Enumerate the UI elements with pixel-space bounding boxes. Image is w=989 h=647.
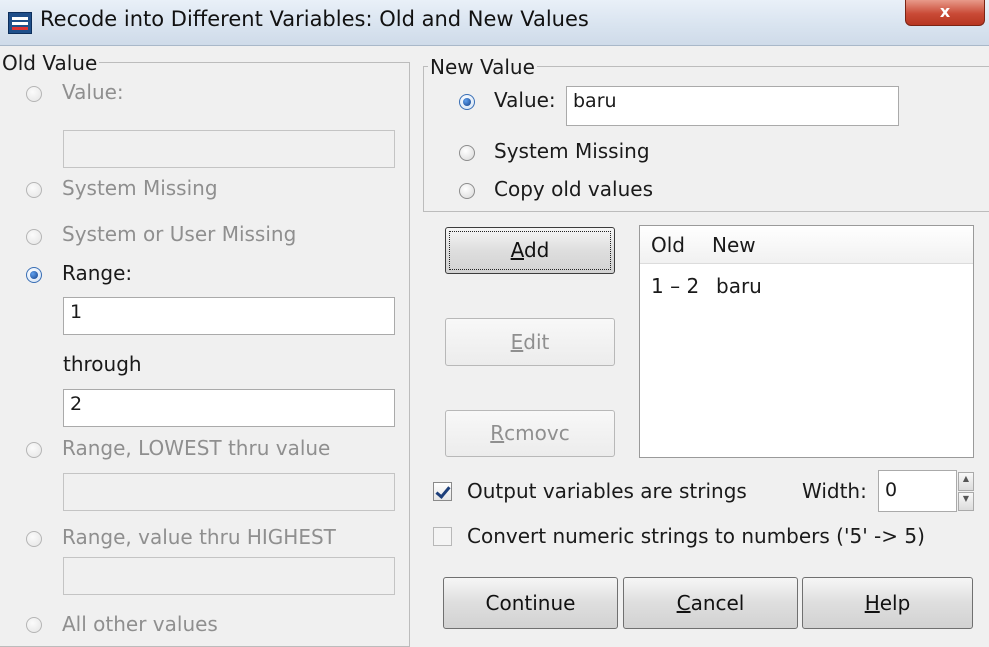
convert-numeric-checkbox[interactable] <box>433 527 452 546</box>
continue-button[interactable]: Continue <box>443 577 618 629</box>
header-old: Old <box>651 233 685 257</box>
list-item-old: 1 – 2 <box>651 274 700 298</box>
cancel-button-rest: ancel <box>690 591 745 615</box>
new-value-input[interactable]: baru <box>566 86 899 126</box>
new-system-missing-label: System Missing <box>494 139 650 163</box>
add-button-mnemonic: A <box>510 238 524 262</box>
add-button[interactable]: Add <box>445 227 615 274</box>
help-button-mnemonic: H <box>864 591 880 615</box>
list-item-new: baru <box>716 274 762 298</box>
edit-button-rest: dit <box>523 330 550 354</box>
add-button-rest: dd <box>523 238 550 262</box>
new-copy-old-label: Copy old values <box>494 177 653 201</box>
width-input[interactable]: 0 <box>878 470 957 512</box>
help-button[interactable]: Help <box>802 577 973 629</box>
old-value-legend: Old Value <box>0 51 100 75</box>
width-down-arrow-icon[interactable]: ▼ <box>958 492 974 511</box>
old-new-mapping-list[interactable]: Old New 1 – 2 baru <box>639 225 974 458</box>
old-range-label: Range: <box>62 261 133 285</box>
old-all-other-label: All other values <box>62 612 218 636</box>
output-strings-label: Output variables are strings <box>467 479 747 503</box>
old-system-or-user-missing-radio[interactable] <box>26 229 42 245</box>
old-value-input[interactable] <box>63 130 395 168</box>
edit-button[interactable]: Edit <box>445 318 615 366</box>
new-value-legend: New Value <box>428 55 537 79</box>
old-system-missing-label: System Missing <box>62 176 218 200</box>
old-range-highest-radio[interactable] <box>26 531 42 547</box>
help-button-rest: elp <box>879 591 911 615</box>
cancel-button-mnemonic: C <box>676 591 691 615</box>
range-from-input[interactable]: 1 <box>63 297 395 335</box>
old-value-label: Value: <box>62 80 124 104</box>
new-value-radio[interactable] <box>459 94 475 110</box>
new-value-label: Value: <box>494 88 556 112</box>
old-range-radio[interactable] <box>26 267 42 283</box>
edit-button-mnemonic: E <box>510 330 524 354</box>
width-label: Width: <box>802 479 867 503</box>
mapping-list-header: Old New <box>640 226 973 264</box>
output-strings-checkbox[interactable] <box>433 482 452 501</box>
new-system-missing-radio[interactable] <box>459 145 475 161</box>
remove-button-mnemonic: R <box>490 421 505 445</box>
title-bar: Recode into Different Variables: Old and… <box>0 0 989 46</box>
range-lowest-input[interactable] <box>63 473 395 511</box>
old-value-radio[interactable] <box>26 86 42 102</box>
range-highest-input[interactable] <box>63 557 395 595</box>
close-button[interactable]: x <box>905 0 985 26</box>
new-copy-old-radio[interactable] <box>459 183 475 199</box>
old-range-lowest-radio[interactable] <box>26 442 42 458</box>
old-all-other-radio[interactable] <box>26 617 42 633</box>
old-system-missing-radio[interactable] <box>26 182 42 198</box>
old-system-or-user-missing-label: System or User Missing <box>62 222 297 246</box>
header-new: New <box>712 233 756 257</box>
old-range-highest-label: Range, value thru HIGHEST <box>62 525 336 549</box>
through-label: through <box>63 352 142 376</box>
old-range-lowest-label: Range, LOWEST thru value <box>62 436 331 460</box>
width-up-arrow-icon[interactable]: ▲ <box>958 472 974 491</box>
convert-numeric-label: Convert numeric strings to numbers ('5' … <box>467 524 925 548</box>
remove-button[interactable]: Rcmovc <box>445 410 615 457</box>
spss-app-icon <box>8 12 32 34</box>
window-title: Recode into Different Variables: Old and… <box>40 7 589 31</box>
continue-button-prefix: Continue <box>485 591 576 615</box>
range-to-input[interactable]: 2 <box>63 389 395 427</box>
list-item[interactable]: 1 – 2 baru <box>640 274 973 308</box>
remove-button-rest: cmovc <box>504 421 570 445</box>
cancel-button[interactable]: Cancel <box>623 577 798 629</box>
